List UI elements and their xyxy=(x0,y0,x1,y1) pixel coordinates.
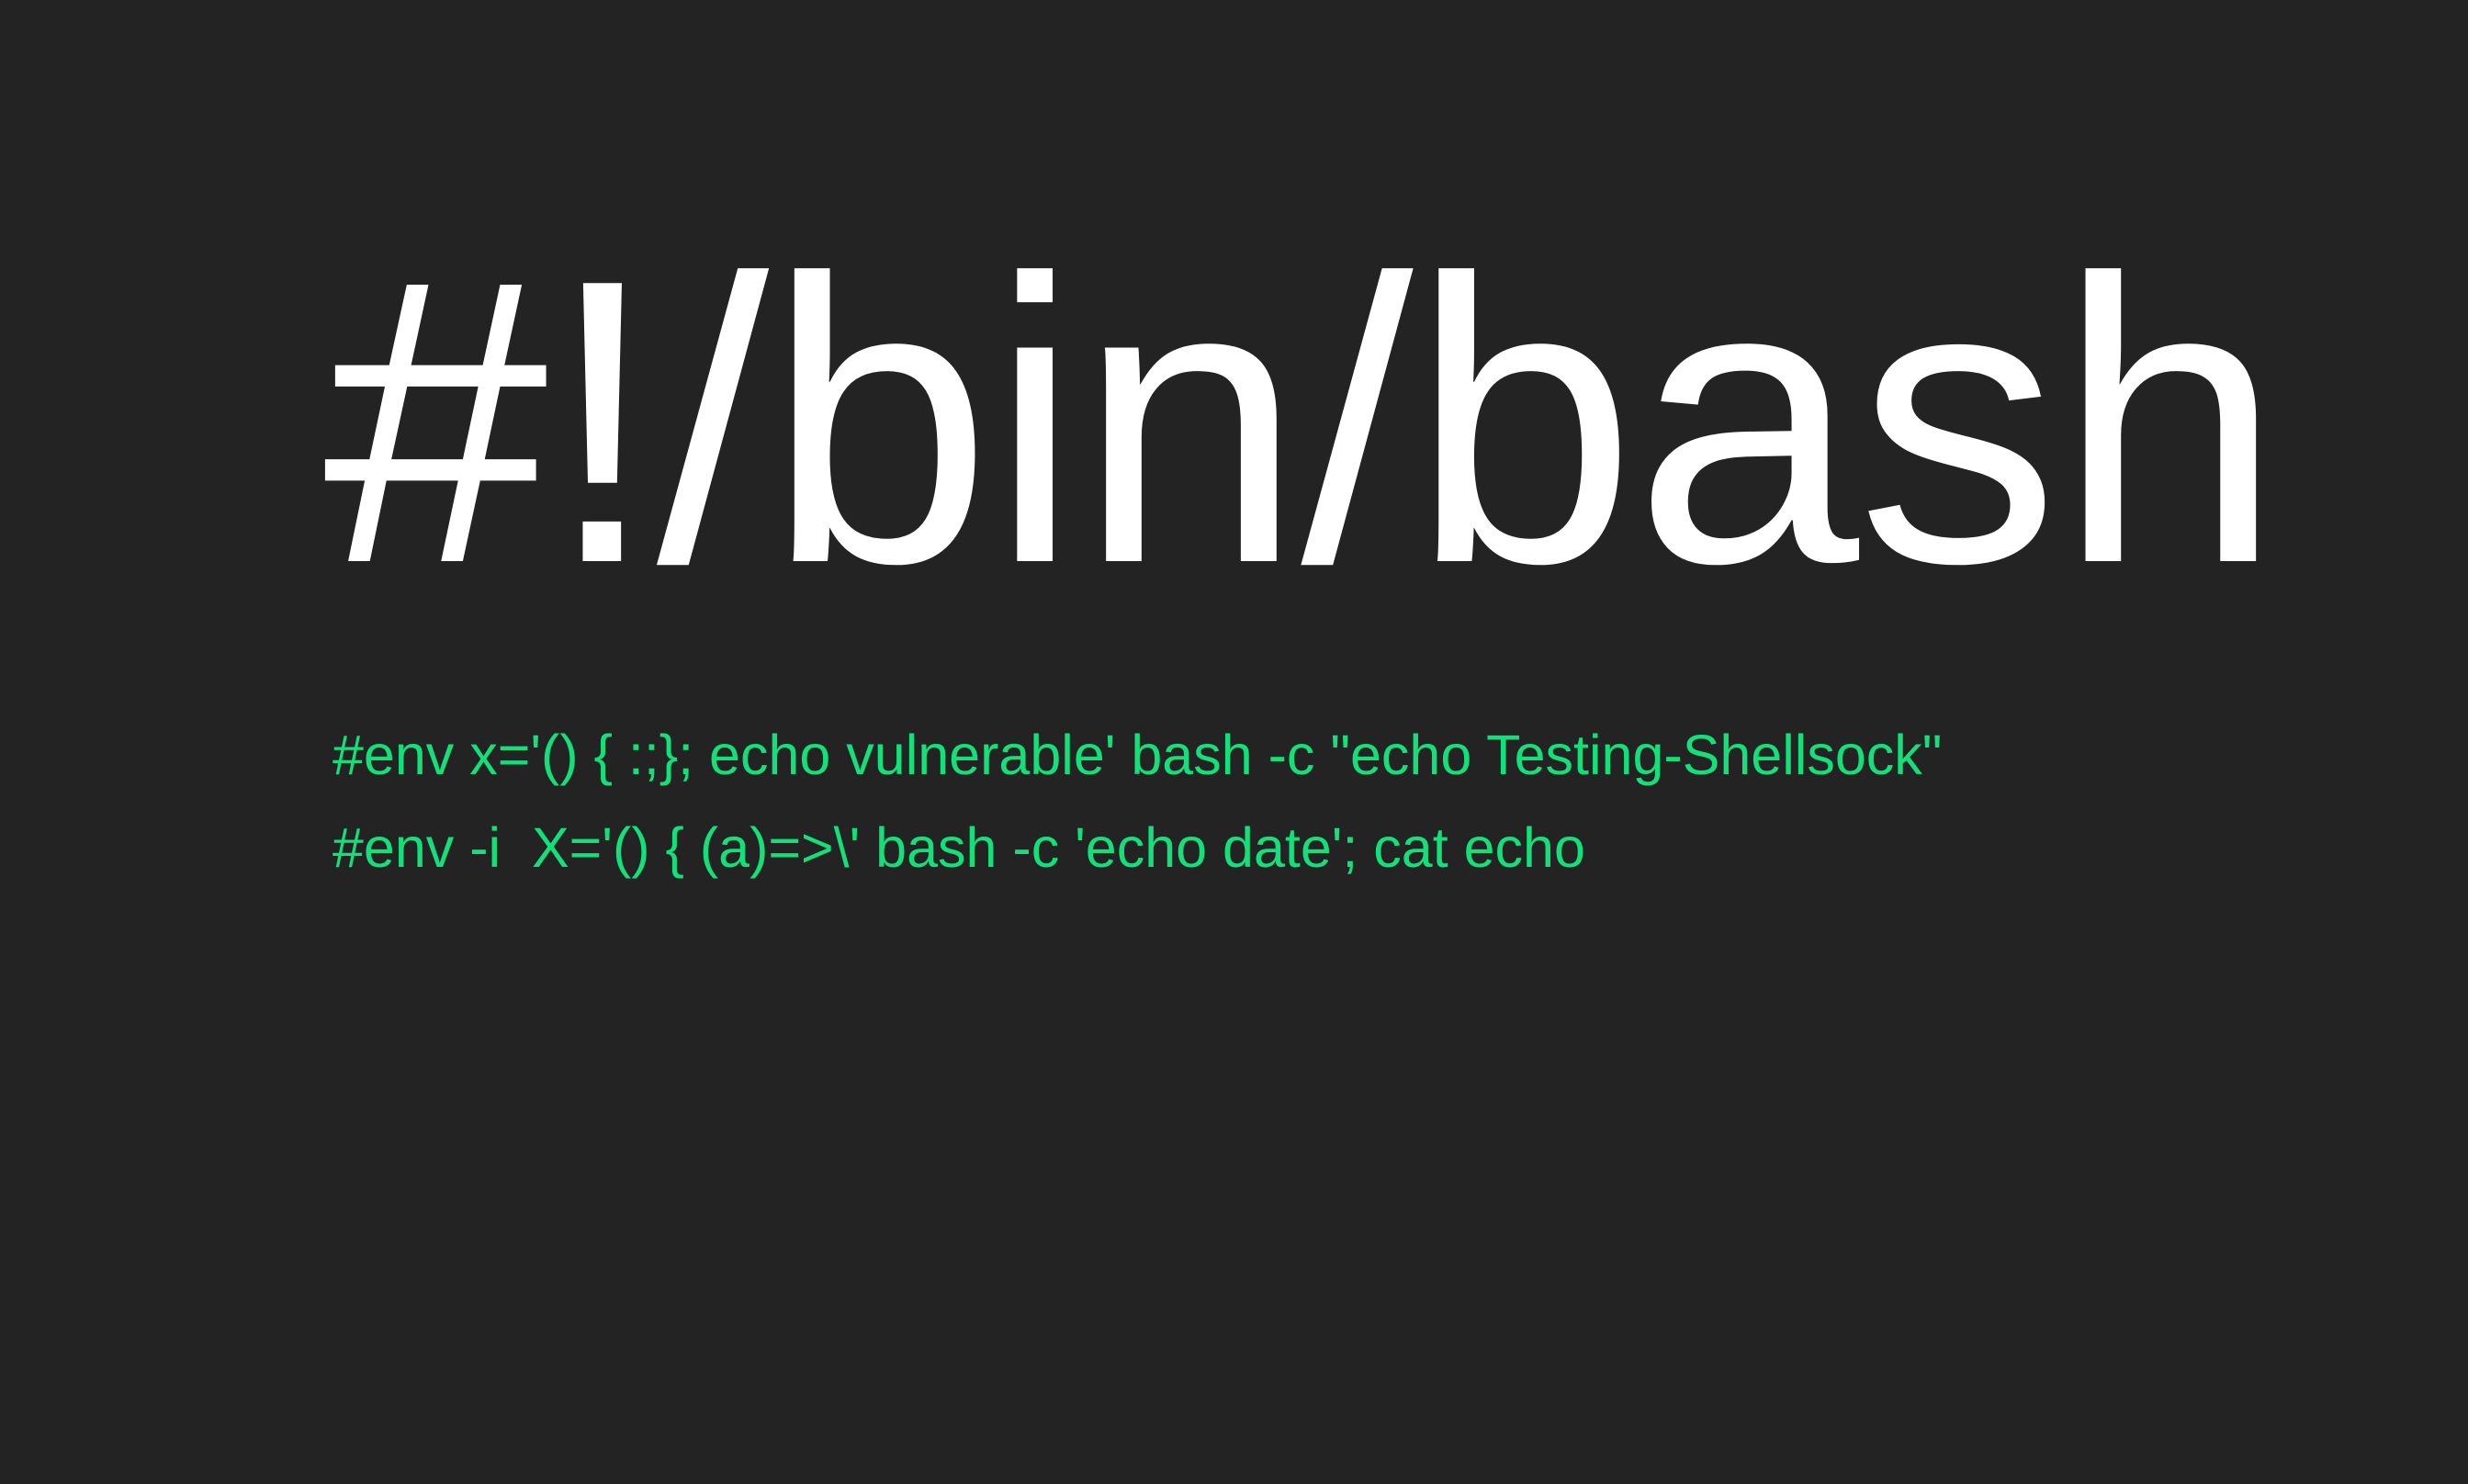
command-line-2: #env -i X='() { (a)=>\' bash -c 'echo da… xyxy=(332,816,1585,879)
slide-title: #!/bin/bash xyxy=(323,197,2282,647)
command-line-1: #env x='() { :;}; echo vulnerable' bash … xyxy=(332,724,1943,786)
slide: #!/bin/bash #env x='() { :;}; echo vulne… xyxy=(0,0,2468,1484)
